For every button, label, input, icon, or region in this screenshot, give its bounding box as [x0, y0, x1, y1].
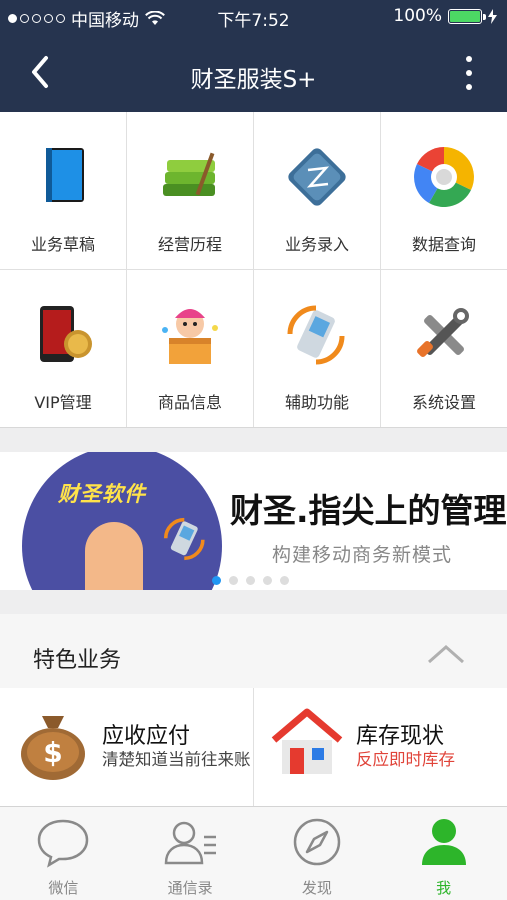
pie-query-icon — [414, 147, 474, 207]
charging-icon — [488, 8, 497, 24]
tab-wechat[interactable]: 微信 — [0, 807, 127, 900]
battery-percent: 100% — [393, 6, 442, 26]
grid-item-vip[interactable]: VIP管理 — [0, 270, 126, 427]
card-desc: 反应即时库存 — [356, 750, 455, 769]
grid-item-query[interactable]: 数据查询 — [381, 112, 507, 269]
grid-item-drafts[interactable]: 业务草稿 — [0, 112, 126, 269]
vip-card-icon — [40, 306, 92, 362]
feature-grid: 业务草稿 经营历程 业务录入 数据查询 VIP管理 商品信息 辅助功能 系统设置 — [0, 112, 507, 428]
page-dot[interactable] — [280, 576, 289, 585]
books-stack-icon — [163, 152, 215, 196]
card-title: 库存现状 — [356, 724, 445, 749]
entry-icon — [288, 148, 346, 206]
page-dot[interactable] — [212, 576, 221, 585]
tab-contacts[interactable]: 通信录 — [127, 807, 254, 900]
page-dot[interactable] — [229, 576, 238, 585]
tab-label: 发现 — [301, 879, 332, 897]
status-right: 100% — [393, 6, 497, 26]
tab-bar: 微信 通信录 发现 我 — [0, 806, 507, 900]
grid-label: 业务录入 — [284, 235, 349, 254]
card-receivables[interactable]: $ 应收应付 清楚知道当前往来账 — [0, 688, 253, 806]
tab-label: 微信 — [48, 879, 79, 897]
page-title: 财圣服装S+ — [190, 67, 317, 93]
grid-label: 商品信息 — [157, 393, 222, 412]
page-dot[interactable] — [246, 576, 255, 585]
banner-logo: 财圣软件 — [58, 482, 146, 506]
more-menu-button[interactable] — [459, 56, 479, 90]
promo-banner[interactable]: 财圣软件 财圣.指尖上的管理 构建移动商务新模式 — [0, 452, 507, 590]
grid-label: 业务草稿 — [30, 235, 95, 254]
phone-sync-icon — [287, 305, 345, 365]
grid-item-assist[interactable]: 辅助功能 — [254, 270, 380, 427]
banner-pagination[interactable] — [212, 576, 289, 585]
grid-item-entry[interactable]: 业务录入 — [254, 112, 380, 269]
contacts-icon — [164, 821, 217, 865]
grid-item-products[interactable]: 商品信息 — [127, 270, 253, 427]
section-title: 特色业务 — [33, 648, 122, 673]
grid-label: 系统设置 — [411, 393, 476, 412]
compass-icon — [293, 818, 341, 866]
page-dot[interactable] — [263, 576, 272, 585]
tab-label: 我 — [436, 879, 452, 897]
grid-label: 经营历程 — [157, 235, 222, 254]
svg-text:$: $ — [43, 736, 62, 769]
grid-label: 数据查询 — [411, 235, 476, 254]
finger-graphic — [85, 522, 143, 590]
gift-box-icon — [162, 309, 218, 364]
tab-label: 通信录 — [167, 879, 213, 897]
grid-label: 辅助功能 — [284, 393, 349, 412]
phone-sync-icon — [163, 517, 205, 561]
grid-item-settings[interactable]: 系统设置 — [381, 270, 507, 427]
chevron-up-icon[interactable] — [425, 642, 467, 666]
banner-title: 财圣.指尖上的管理 — [230, 491, 507, 530]
person-icon — [421, 819, 466, 865]
book-icon — [46, 148, 84, 202]
banner-subtitle: 构建移动商务新模式 — [272, 544, 453, 566]
grid-label: VIP管理 — [34, 393, 92, 412]
featured-cards: $ 应收应付 清楚知道当前往来账 库存现状 反应即时库存 — [0, 688, 507, 806]
tools-icon — [417, 308, 469, 357]
house-icon — [271, 708, 343, 774]
status-bar: 中国移动 下午7:52 100% — [0, 0, 507, 32]
chat-bubble-icon — [38, 819, 89, 868]
card-desc: 清楚知道当前往来账 — [102, 750, 251, 769]
battery-icon — [448, 8, 486, 24]
grid-item-history[interactable]: 经营历程 — [127, 112, 253, 269]
featured-header[interactable]: 特色业务 — [0, 614, 507, 688]
tab-me[interactable]: 我 — [380, 807, 507, 900]
tab-discover[interactable]: 发现 — [254, 807, 381, 900]
money-bag-icon: $ — [21, 716, 85, 780]
card-inventory[interactable]: 库存现状 反应即时库存 — [254, 688, 507, 806]
nav-bar: 财圣服装S+ — [0, 32, 507, 112]
card-title: 应收应付 — [102, 724, 191, 749]
